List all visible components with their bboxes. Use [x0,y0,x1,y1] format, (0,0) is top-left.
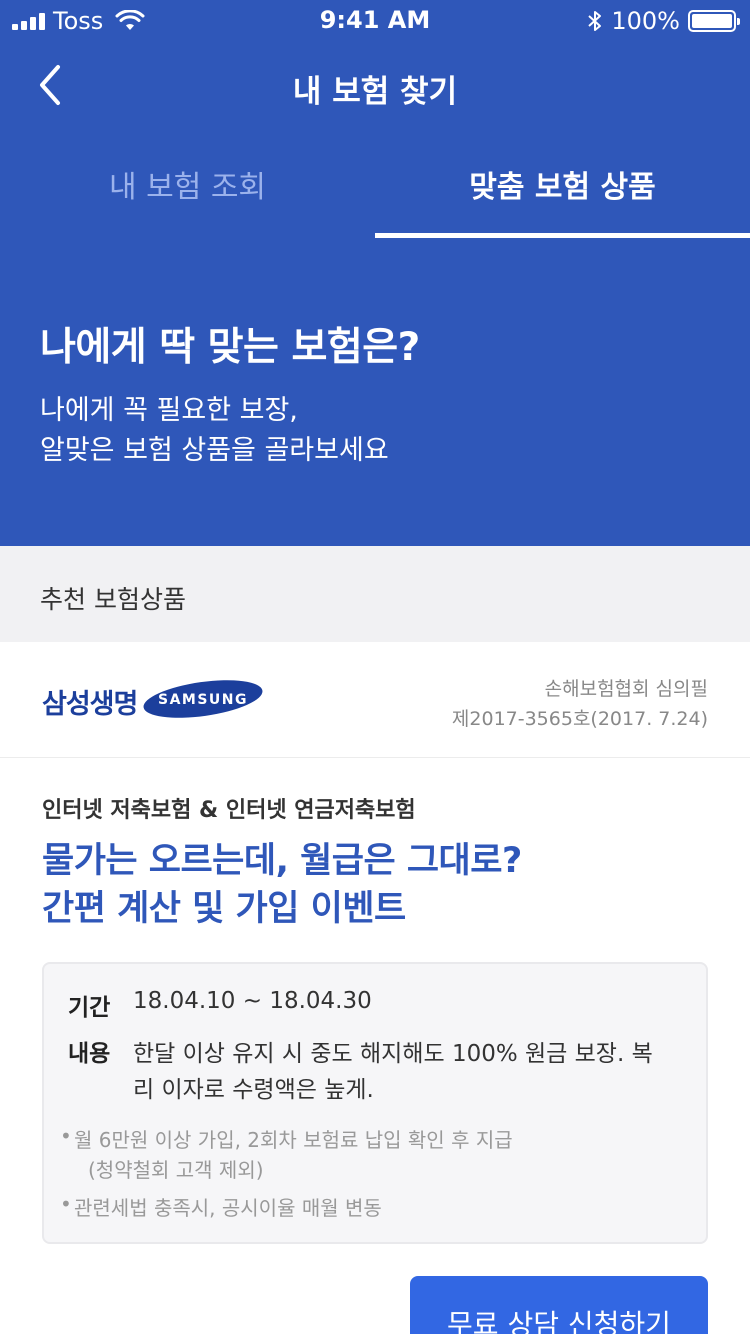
content-value-line1: 한달 이상 유지 시 중도 해지해도 100% 원금 보장. 복 [133,1041,653,1067]
period-value: 18.04.10 ~ 18.04.30 [133,988,372,1014]
tab-my-insurance[interactable]: 내 보험 조회 [0,162,375,206]
hero-title: 나에게 딱 맞는 보험은? [40,325,420,370]
hero-subtitle-line1: 나에게 꼭 필요한 보장, [40,395,298,426]
samsung-logo: SAMSUNG [143,680,263,718]
content-value-line2: 리 이자로 수령액은 높게. [133,1077,374,1103]
content-label: 내용 [68,1041,111,1067]
active-tab-indicator [375,233,750,238]
note-item: 월 6만원 이상 가입, 2회차 보험료 납입 확인 후 지급 [60,1124,513,1153]
note-item-continuation-text: (청약철회 고객 제외) [88,1158,264,1182]
product-info-box: 기간 18.04.10 ~ 18.04.30 내용 한달 이상 유지 시 중도 … [42,962,708,1244]
product-brand-row: 삼성생명 SAMSUNG 손해보험협회 심의필 제2017-3565호(2017… [0,642,750,758]
note-item-continuation: (청약철회 고객 제외) [88,1154,264,1183]
status-bar: Toss 9:41 AM 100% [0,0,750,40]
battery-icon [688,10,740,32]
product-headline-line2: 간편 계산 및 가입 이벤트 [42,889,406,929]
section-header: 추천 보험상품 [0,546,750,642]
product-category: 인터넷 저축보험 & 인터넷 연금저축보험 [42,798,416,823]
hero-subtitle-line2: 알맞은 보험 상품을 골라보세요 [40,435,389,466]
tab-recommended-insurance[interactable]: 맞춤 보험 상품 [375,162,750,206]
page-title: 내 보험 찾기 [292,74,458,110]
free-consultation-button[interactable]: 무료 상담 신청하기 [410,1276,708,1334]
review-notice-line2: 제2017-3565호(2017. 7.24) [451,708,708,730]
product-headline-line1: 물가는 오르는데, 월급은 그대로? [42,841,522,881]
note-item: 관련세법 충족시, 공시이율 매월 변동 [60,1192,382,1221]
header-area: Toss 9:41 AM 100% 내 보험 찾기 내 보험 조회 맞춤 보험 … [0,0,750,546]
status-right: 100% [587,6,740,36]
period-label: 기간 [68,995,111,1021]
review-notice-line1: 손해보험협회 심의필 [544,678,708,700]
brand-name: 삼성생명 [42,689,138,720]
nav-bar: 내 보험 찾기 [0,50,750,120]
bluetooth-icon [588,11,602,31]
section-title: 추천 보험상품 [40,585,186,614]
tab-bar: 내 보험 조회 맞춤 보험 상품 [0,140,750,240]
battery-percent: 100% [611,7,680,35]
samsung-logo-text: SAMSUNG [158,692,248,708]
